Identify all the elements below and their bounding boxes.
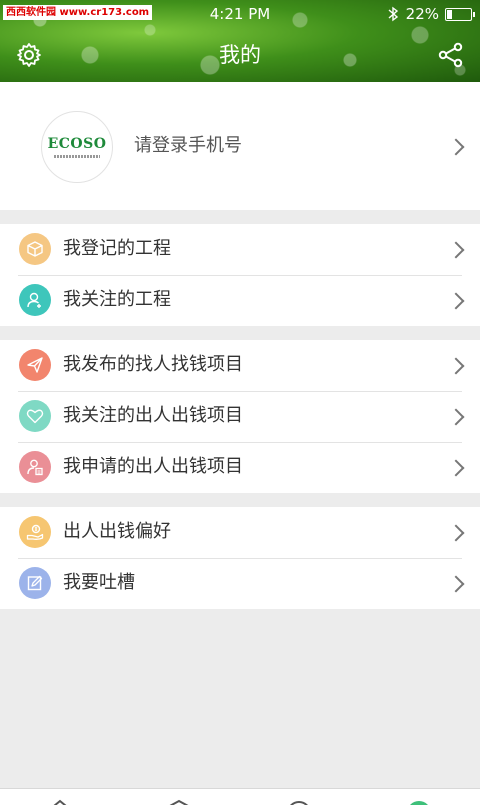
profile-login-row[interactable]: ECOSO 请登录手机号 — [0, 82, 480, 210]
menu-item-label: 我要吐槽 — [63, 572, 135, 593]
battery-fill — [447, 9, 452, 19]
menu-group-funding: 我发布的找人找钱项目 我关注的出人出钱项目 我申请的出人出钱项目 — [0, 340, 480, 493]
paper-plane-icon — [19, 349, 51, 381]
header-bar: 西西软件园 www.cr173.com 4:21 PM 22% 我的 — [0, 0, 480, 82]
menu-group-preferences: 出人出钱偏好 我要吐槽 — [0, 507, 480, 609]
bottom-nav — [0, 788, 480, 805]
chevron-right-icon — [447, 408, 465, 426]
menu-item-label: 出人出钱偏好 — [63, 521, 171, 542]
menu-item-applied-funding[interactable]: 我申请的出人出钱项目 — [0, 442, 480, 493]
bluetooth-icon — [388, 6, 398, 22]
login-prompt: 请登录手机号 — [134, 135, 242, 156]
menu-item-label: 我发布的找人找钱项目 — [63, 354, 243, 375]
menu-item-label: 我关注的出人出钱项目 — [63, 405, 243, 426]
menu-item-published-projects[interactable]: 我发布的找人找钱项目 — [0, 340, 480, 391]
menu-item-funding-preference[interactable]: 出人出钱偏好 — [0, 507, 480, 558]
chevron-right-icon — [447, 459, 465, 477]
home-tab-icon[interactable] — [46, 799, 74, 805]
status-right: 22% — [386, 4, 475, 24]
battery-percent: 22% — [405, 5, 439, 23]
share-icon[interactable] — [438, 42, 464, 68]
menu-item-feedback[interactable]: 我要吐槽 — [0, 558, 480, 609]
chevron-right-icon — [447, 575, 465, 593]
heart-icon — [19, 400, 51, 432]
chevron-right-icon — [447, 524, 465, 542]
project-tab-icon[interactable] — [165, 799, 193, 805]
chevron-right-icon — [447, 357, 465, 375]
page-title: 我的 — [219, 43, 261, 67]
menu-item-label: 我申请的出人出钱项目 — [63, 456, 243, 477]
user-doc-icon — [19, 451, 51, 483]
menu-group-projects: 我登记的工程 我关注的工程 — [0, 224, 480, 326]
money-hand-icon — [19, 516, 51, 548]
menu-item-label: 我关注的工程 — [63, 289, 171, 310]
battery-icon — [445, 7, 475, 21]
mine-tab-icon[interactable] — [405, 799, 433, 805]
edit-icon — [19, 567, 51, 599]
box-icon — [19, 233, 51, 265]
menu-item-label: 我登记的工程 — [63, 238, 171, 259]
avatar: ECOSO — [41, 111, 113, 183]
chevron-right-icon — [447, 241, 465, 259]
menu-item-followed-projects[interactable]: 我关注的工程 — [0, 275, 480, 326]
menu-item-followed-funding[interactable]: 我关注的出人出钱项目 — [0, 391, 480, 442]
menu-item-registered-projects[interactable]: 我登记的工程 — [0, 224, 480, 275]
ecoso-logo: ECOSO — [47, 136, 107, 152]
search-tab-icon[interactable] — [285, 799, 313, 805]
chevron-right-icon — [447, 292, 465, 310]
user-add-icon — [19, 284, 51, 316]
chevron-right-icon — [447, 138, 465, 156]
logo-tagline — [54, 155, 100, 158]
